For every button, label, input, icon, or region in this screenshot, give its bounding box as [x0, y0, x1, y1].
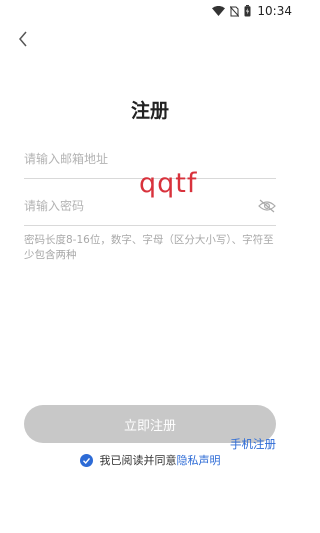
password-hint: 密码长度8-16位，数字、字母（区分大小写）、字符至少包含两种 [24, 234, 274, 261]
no-sim-icon [230, 5, 240, 17]
back-arrow-icon [19, 31, 27, 47]
email-field[interactable] [24, 144, 244, 174]
eye-off-icon [258, 199, 276, 213]
agreement-prefix: 我已阅读并同意 [99, 454, 177, 467]
battery-charging-icon [244, 5, 251, 17]
password-field[interactable] [24, 191, 244, 221]
status-icons [212, 5, 251, 17]
page-title: 注册 [130, 100, 169, 122]
status-bar: 10:34 [0, 0, 300, 22]
phone-register-link[interactable]: 手机注册 [230, 436, 276, 452]
agreement-row: 我已阅读并同意隐私声明 [0, 452, 300, 468]
toggle-password-visibility[interactable] [258, 198, 276, 213]
agreement-text: 我已阅读并同意隐私声明 [100, 452, 221, 468]
check-circle-icon [82, 457, 90, 464]
overlay-text: qqtf [139, 168, 198, 199]
wifi-icon [212, 6, 226, 16]
back-button[interactable] [16, 30, 32, 48]
status-time: 10:34 [257, 4, 292, 18]
agreement-checkbox[interactable] [79, 453, 93, 467]
privacy-statement-link[interactable]: 隐私声明 [177, 454, 221, 467]
